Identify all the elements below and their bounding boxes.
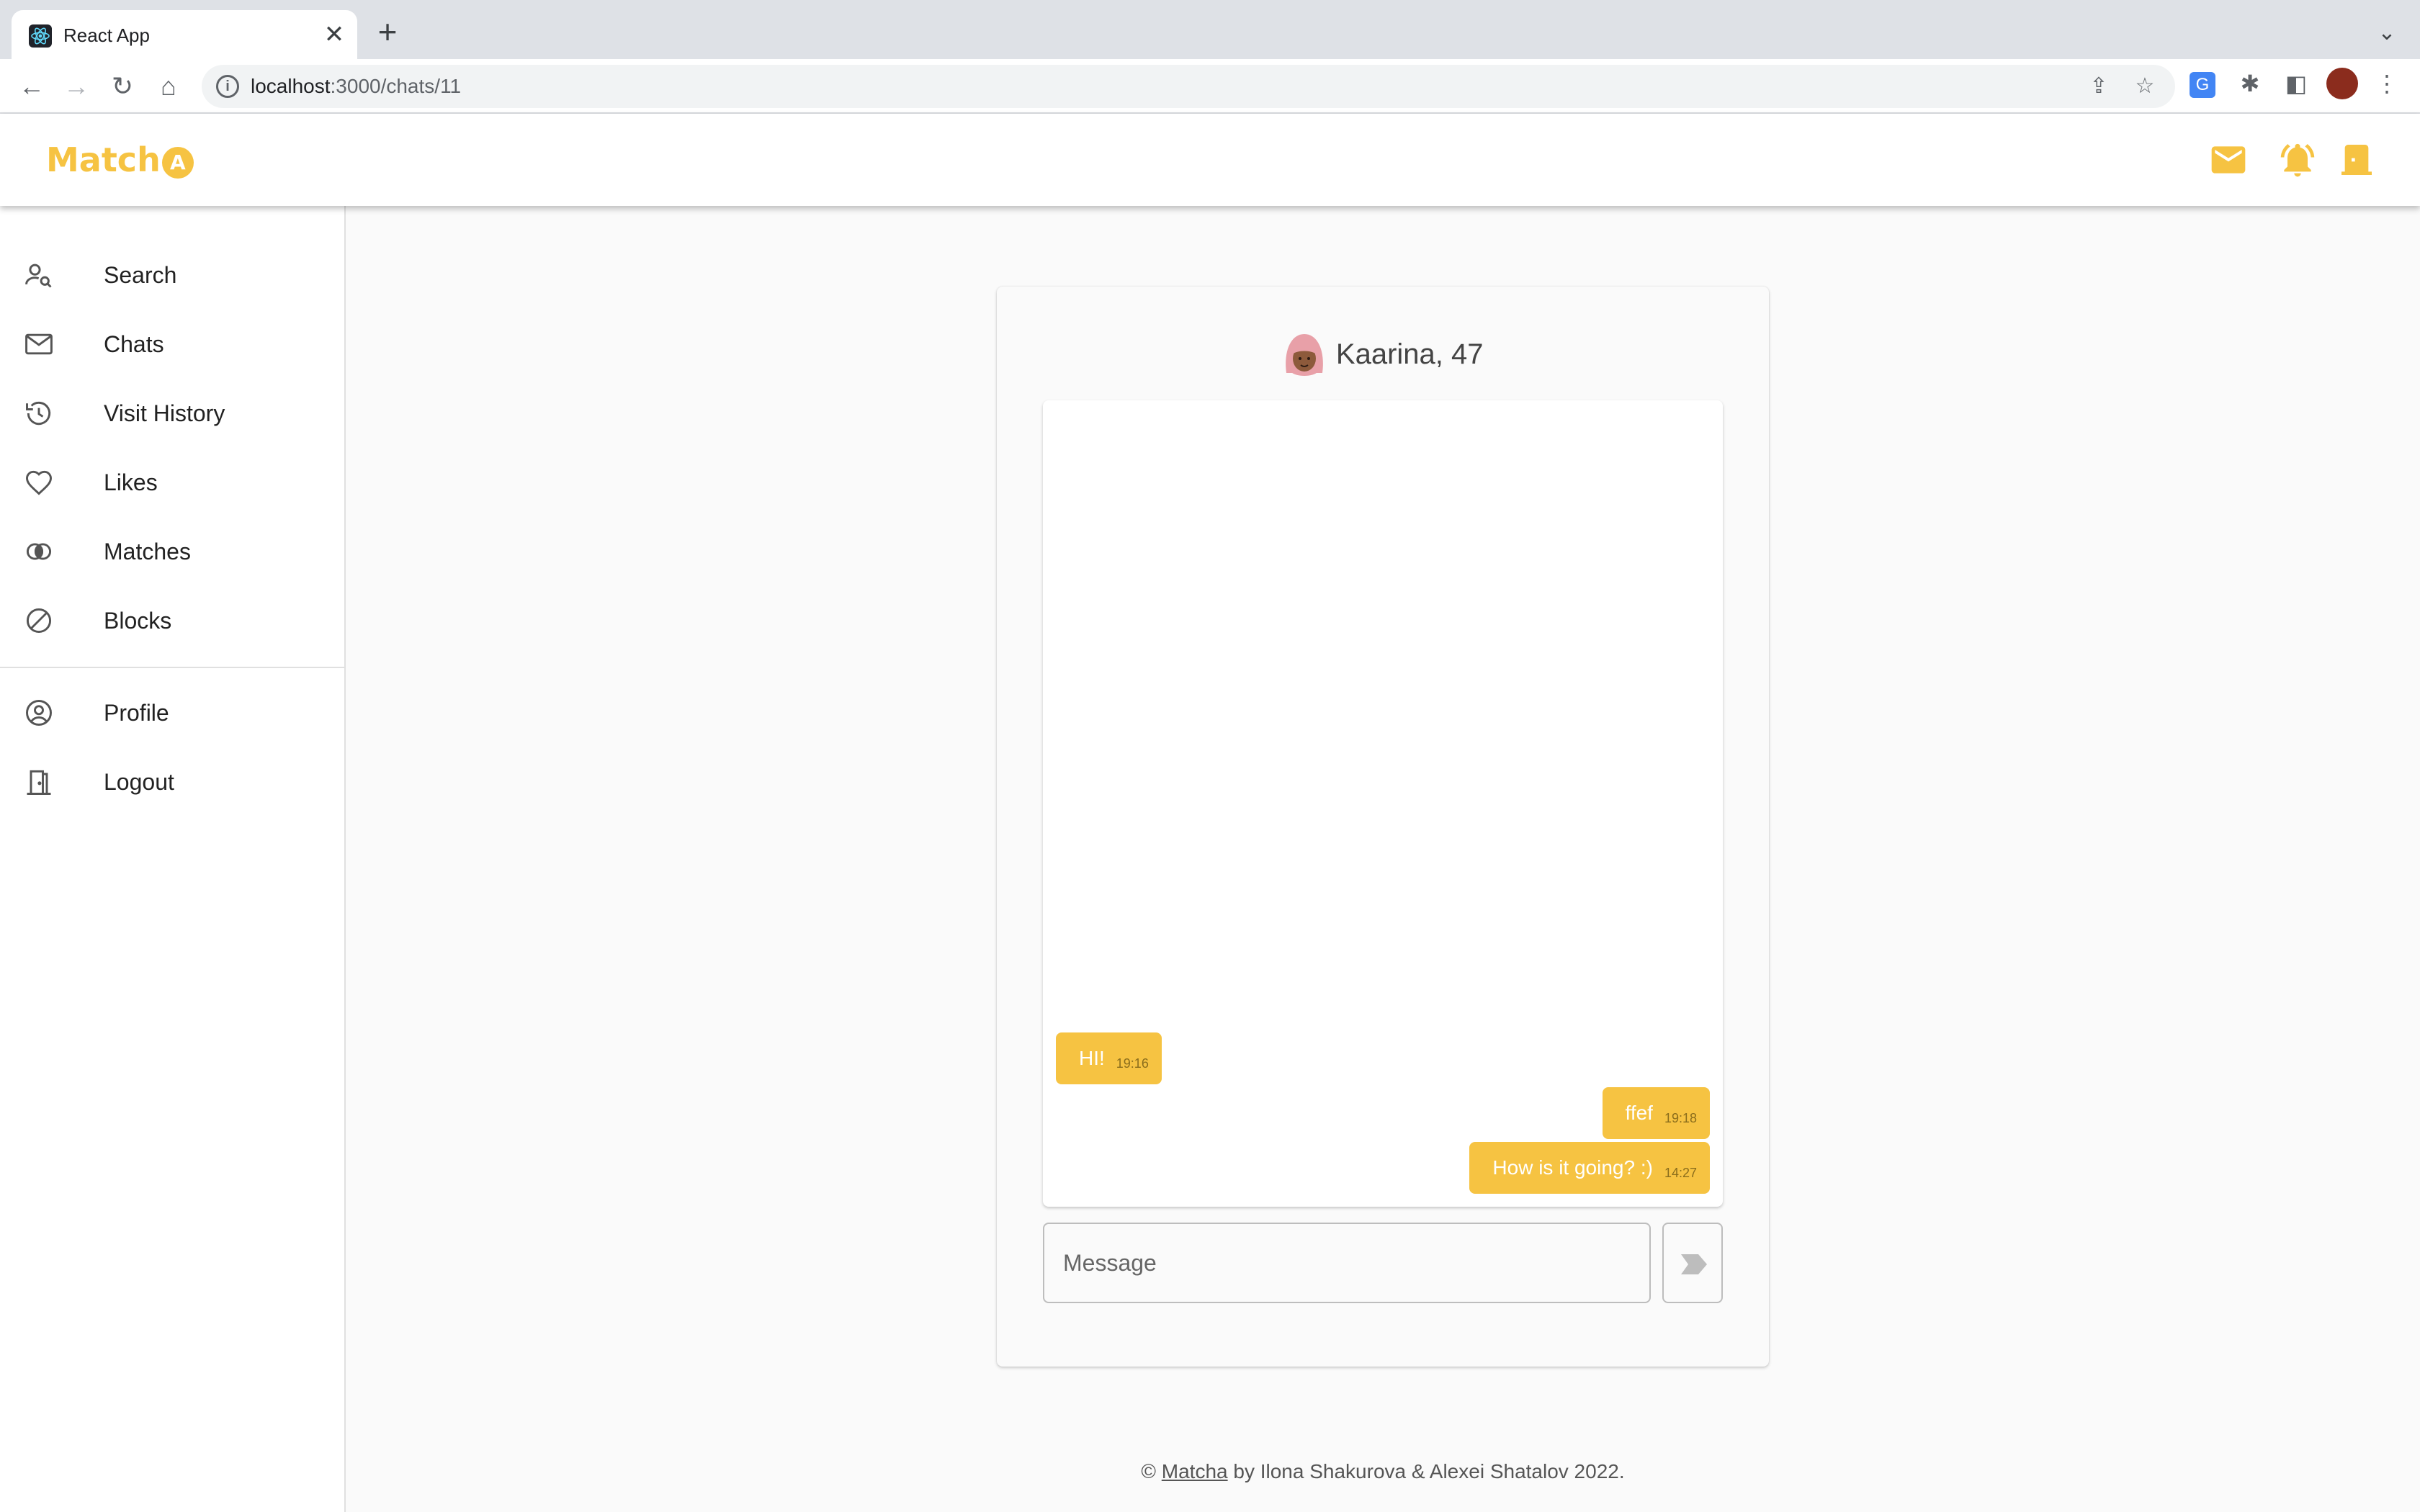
browser-tab[interactable]: React App ✕ [12, 10, 357, 59]
sidebar-item-label: Logout [104, 769, 174, 795]
sidebar-item-likes[interactable]: Likes [0, 448, 344, 517]
send-button[interactable] [1662, 1223, 1723, 1303]
person-search-icon [25, 264, 52, 288]
message-text: ffef [1625, 1102, 1653, 1124]
message-time: 14:27 [1664, 1166, 1697, 1180]
footer: © Matcha by Ilona Shakurova & Alexei Sha… [346, 1457, 2420, 1486]
reload-icon[interactable]: ↻ [105, 69, 140, 104]
sidebar-item-label: Blocks [104, 608, 172, 634]
sidebar-item-label: Profile [104, 700, 169, 726]
message-list[interactable]: HI! 19:16 ffef 19:18 How is it going? :) 14… [1043, 400, 1723, 1207]
forward-arrow-icon[interactable]: → [59, 69, 94, 104]
tab-title: React App [63, 24, 150, 46]
sidebar-item-label: Search [104, 262, 177, 288]
history-icon [26, 401, 51, 426]
chat-header: Kaarina, 47 [997, 330, 1769, 390]
account-circle-icon [26, 700, 52, 726]
sidebar-item-chats[interactable]: Chats [0, 310, 344, 379]
react-favicon-icon [29, 24, 52, 48]
sidebar-item-profile[interactable]: Profile [0, 678, 344, 747]
message-bubble: HI! 19:16 [1056, 1032, 1162, 1084]
sidebar-item-label: Chats [104, 331, 164, 357]
message-time: 19:18 [1664, 1111, 1697, 1125]
app-header: Match A [0, 114, 2420, 206]
bookmark-star-icon[interactable]: ☆ [2130, 72, 2159, 101]
matches-icon [26, 543, 52, 560]
browser-tabstrip: React App ✕ + ⌄ [0, 0, 2420, 59]
message-text: HI! [1079, 1047, 1105, 1069]
browser-menu-icon[interactable]: ⋮ [2371, 68, 2403, 99]
back-arrow-icon[interactable]: ← [14, 69, 49, 104]
footer-credits: by Ilona Shakurova & Alexei Shatalov 202… [1233, 1460, 1625, 1482]
sidebar-item-visit-history[interactable]: Visit History [0, 379, 344, 448]
copyright-symbol: © [1141, 1460, 1156, 1482]
logo-badge: A [161, 146, 194, 179]
site-info-icon[interactable]: i [216, 75, 239, 98]
matcha-logo[interactable]: Match A [46, 140, 194, 180]
sidebar-item-matches[interactable]: Matches [0, 517, 344, 586]
mail-outline-icon [25, 333, 53, 355]
sidebar: Search Chats Visit History Likes Matches… [0, 206, 346, 1512]
heart-outline-icon [26, 470, 52, 495]
message-input-wrapper [1043, 1223, 1651, 1303]
logout-door-icon[interactable] [2336, 140, 2377, 180]
share-icon[interactable]: ⇪ [2084, 72, 2113, 101]
address-bar[interactable]: i localhost:3000/chats/11 ⇪ ☆ [202, 65, 2175, 108]
send-arrow-icon [1681, 1254, 1707, 1274]
sidebar-divider [0, 667, 344, 668]
door-icon [27, 770, 51, 795]
sidebar-item-label: Visit History [104, 400, 225, 426]
sidebar-item-logout[interactable]: Logout [0, 747, 344, 816]
footer-link-matcha[interactable]: Matcha [1162, 1460, 1228, 1482]
chat-title: Kaarina, 47 [1335, 338, 1484, 370]
sidebar-item-blocks[interactable]: Blocks [0, 586, 344, 655]
message-input[interactable] [1044, 1224, 1649, 1302]
side-panel-icon[interactable]: ◧ [2280, 68, 2312, 99]
home-icon[interactable]: ⌂ [151, 69, 186, 104]
url-text[interactable]: localhost:3000/chats/11 [251, 73, 461, 99]
sidebar-item-label: Likes [104, 469, 158, 495]
chat-card: Kaarina, 47 HI! 19:16 ffef 19:18 How is it… [997, 287, 1769, 1367]
tab-search-chevron-icon[interactable]: ⌄ [2371, 17, 2403, 49]
profile-avatar-icon[interactable] [2326, 68, 2358, 99]
message-bubble: How is it going? :) 14:27 [1469, 1142, 1710, 1194]
sidebar-item-label: Matches [104, 539, 191, 564]
notification-bell-icon[interactable] [2277, 140, 2318, 180]
tab-close-icon[interactable]: ✕ [320, 20, 349, 49]
browser-toolbar: ← → ↻ ⌂ i localhost:3000/chats/11 ⇪ ☆ [0, 59, 2420, 114]
message-bubble: ffef 19:18 [1602, 1087, 1710, 1139]
mail-icon[interactable] [2208, 140, 2249, 180]
new-tab-button[interactable]: + [372, 15, 403, 49]
message-text: How is it going? :) [1492, 1156, 1653, 1179]
sidebar-item-search[interactable]: Search [0, 240, 344, 310]
google-translate-icon[interactable]: G [2190, 72, 2215, 98]
message-time: 19:16 [1116, 1056, 1149, 1071]
block-icon [26, 608, 52, 634]
chat-avatar[interactable] [1282, 330, 1327, 379]
extensions-puzzle-icon[interactable]: ✱ [2234, 68, 2266, 99]
